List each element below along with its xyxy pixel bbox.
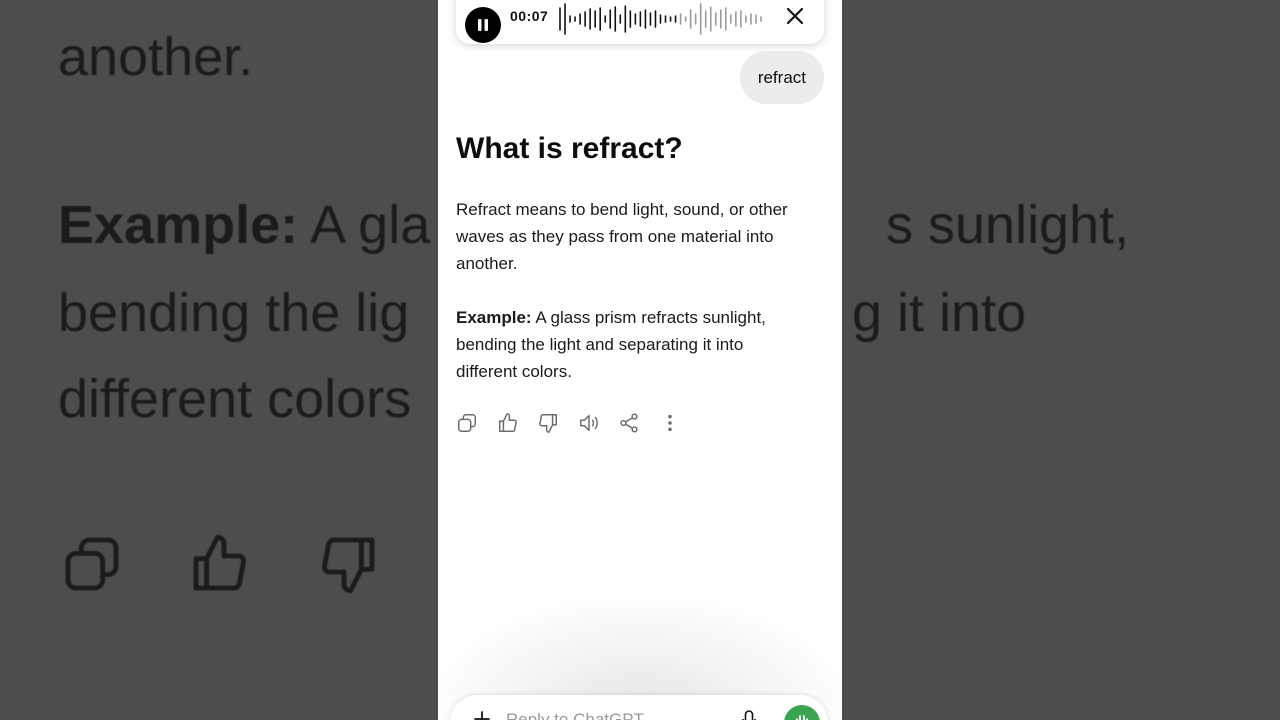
read-aloud-button[interactable] xyxy=(578,412,600,434)
thumbs-up-icon xyxy=(498,413,517,432)
more-icon xyxy=(667,414,672,432)
user-message-bubble: refract xyxy=(739,51,824,104)
bg-thumbs-up-icon xyxy=(188,532,252,596)
bg-example-label: Example: xyxy=(58,195,299,255)
plus-icon[interactable] xyxy=(474,711,490,720)
response-title: What is refract? xyxy=(456,132,683,165)
thumbs-down-button[interactable] xyxy=(537,412,559,434)
bg-text-line: Example: A gla xyxy=(58,198,430,252)
close-recording-button[interactable] xyxy=(784,5,806,27)
bg-text-line: bending the lig xyxy=(58,283,410,343)
close-icon xyxy=(786,7,804,25)
message-composer xyxy=(450,695,828,720)
bg-copy-icon xyxy=(60,532,124,596)
bg-thumbs-down-icon xyxy=(316,532,380,596)
bg-text-line: s sunlight, xyxy=(886,195,1130,255)
bg-text-fragment: A gla xyxy=(298,195,431,255)
response-actions xyxy=(456,412,699,434)
microphone-icon[interactable] xyxy=(742,710,756,720)
bg-text-line: another. xyxy=(58,27,254,87)
thumbs-down-icon xyxy=(539,414,557,433)
voice-waveform-icon xyxy=(796,715,808,720)
copy-icon xyxy=(458,414,476,432)
chat-panel: 00:07 refract What is refract? Refract m… xyxy=(438,0,842,720)
bg-text-line: different colors xyxy=(58,369,412,429)
more-button[interactable] xyxy=(659,412,681,434)
read-aloud-icon xyxy=(579,414,598,432)
user-message-text: refract xyxy=(757,67,806,87)
copy-button[interactable] xyxy=(456,412,478,434)
voice-recording-bar: 00:07 xyxy=(456,0,824,44)
pause-icon xyxy=(478,19,488,31)
bg-text-line: g it into xyxy=(852,283,1027,343)
recording-timer: 00:07 xyxy=(510,8,549,24)
example-label: Example: xyxy=(456,308,532,327)
share-button[interactable] xyxy=(618,412,640,434)
response-definition: Refract means to bend light, sound, or o… xyxy=(456,200,788,273)
voice-mode-button[interactable] xyxy=(784,705,820,720)
audio-waveform xyxy=(559,3,762,35)
share-icon xyxy=(620,413,638,433)
pause-button[interactable] xyxy=(465,7,501,43)
response-example: Example: A glass prism refracts sunlight… xyxy=(456,304,806,385)
thumbs-up-button[interactable] xyxy=(497,412,519,434)
reply-input[interactable] xyxy=(504,709,728,720)
